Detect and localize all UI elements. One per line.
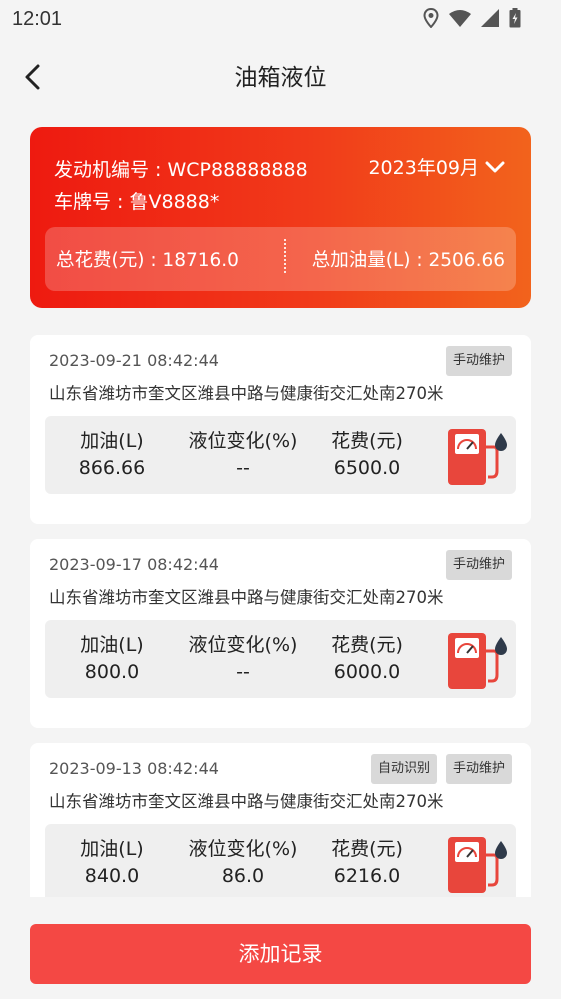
status-icons — [423, 8, 521, 28]
level-column: 液位变化(%) -- — [178, 428, 308, 482]
month-label: 2023年09月 — [368, 157, 479, 179]
fuel-pump-icon — [448, 429, 507, 485]
battery-icon — [509, 8, 521, 28]
cost-label: 花费(元) — [331, 634, 403, 656]
total-fuel: 总加油量(L) : 2506.66 — [311, 250, 505, 271]
record-list[interactable]: 2023-09-21 08:42:44 手动维护 山东省潍坊市奎文区潍县中路与健… — [30, 335, 531, 897]
chevron-down-icon — [485, 161, 505, 172]
record-tag: 手动维护 — [445, 550, 512, 580]
fuel-column: 加油(L) 800.0 — [67, 632, 157, 686]
cost-column: 花费(元) 6216.0 — [322, 836, 412, 890]
record-stats: 加油(L) 840.0 液位变化(%) 86.0 花费(元) 6216.0 — [45, 824, 516, 897]
record-address: 山东省潍坊市奎文区潍县中路与健康街交汇处南270米 — [49, 384, 444, 403]
status-bar: 12:01 — [0, 0, 561, 40]
record-tags: 自动识别 手动维护 — [370, 754, 512, 784]
fuel-column: 加油(L) 866.66 — [67, 428, 157, 482]
cost-column: 花费(元) 6500.0 — [322, 428, 412, 482]
level-label: 液位变化(%) — [188, 838, 298, 860]
plate-number: 车牌号 : 鲁V8888* — [54, 191, 220, 213]
fuel-label: 加油(L) — [80, 430, 144, 452]
month-picker[interactable]: 2023年09月 — [368, 153, 505, 180]
status-time: 12:01 — [12, 8, 63, 30]
record-tag: 手动维护 — [445, 346, 512, 376]
total-cost: 总花费(元) : 18716.0 — [56, 250, 239, 271]
level-column: 液位变化(%) 86.0 — [178, 836, 308, 890]
cost-value: 6216.0 — [333, 865, 401, 887]
engine-number: 发动机编号 : WCP88888888 — [54, 159, 308, 181]
record-card[interactable]: 2023-09-17 08:42:44 手动维护 山东省潍坊市奎文区潍县中路与健… — [30, 539, 531, 728]
fuel-pump-icon — [448, 633, 507, 689]
record-datetime: 2023-09-21 08:42:44 — [49, 351, 219, 370]
add-record-button[interactable]: 添加记录 — [30, 924, 531, 984]
cost-value: 6500.0 — [333, 457, 401, 479]
record-card[interactable]: 2023-09-13 08:42:44 自动识别 手动维护 山东省潍坊市奎文区潍… — [30, 743, 531, 897]
record-tags: 手动维护 — [445, 346, 512, 376]
cost-label: 花费(元) — [331, 838, 403, 860]
summary-stats: 总花费(元) : 18716.0 总加油量(L) : 2506.66 — [45, 227, 516, 291]
level-column: 液位变化(%) -- — [178, 632, 308, 686]
nav-bar: 油箱液位 — [0, 40, 561, 110]
wifi-icon — [449, 10, 471, 27]
location-icon — [423, 8, 439, 28]
signal-icon — [481, 9, 499, 27]
record-tag: 手动维护 — [445, 754, 512, 784]
record-datetime: 2023-09-17 08:42:44 — [49, 555, 219, 574]
stat-divider — [284, 239, 286, 273]
fuel-pump-icon — [448, 837, 507, 893]
level-value: -- — [236, 457, 250, 479]
level-label: 液位变化(%) — [188, 430, 298, 452]
record-stats: 加油(L) 800.0 液位变化(%) -- 花费(元) 6000.0 — [45, 620, 516, 698]
cost-value: 6000.0 — [333, 661, 401, 683]
level-value: 86.0 — [221, 865, 265, 887]
record-card[interactable]: 2023-09-21 08:42:44 手动维护 山东省潍坊市奎文区潍县中路与健… — [30, 335, 531, 524]
fuel-value: 866.66 — [78, 457, 146, 479]
record-tag: 自动识别 — [370, 754, 437, 784]
record-datetime: 2023-09-13 08:42:44 — [49, 759, 219, 778]
fuel-value: 840.0 — [84, 865, 140, 887]
fuel-label: 加油(L) — [80, 634, 144, 656]
fuel-column: 加油(L) 840.0 — [67, 836, 157, 890]
record-tags: 手动维护 — [445, 550, 512, 580]
level-label: 液位变化(%) — [188, 634, 298, 656]
summary-card: 发动机编号 : WCP88888888 车牌号 : 鲁V8888* 2023年0… — [30, 127, 531, 308]
fuel-label: 加油(L) — [80, 838, 144, 860]
record-address: 山东省潍坊市奎文区潍县中路与健康街交汇处南270米 — [49, 588, 444, 607]
cost-column: 花费(元) 6000.0 — [322, 632, 412, 686]
record-address: 山东省潍坊市奎文区潍县中路与健康街交汇处南270米 — [49, 792, 444, 811]
page-title: 油箱液位 — [234, 65, 327, 91]
level-value: -- — [236, 661, 250, 683]
cost-label: 花费(元) — [331, 430, 403, 452]
record-stats: 加油(L) 866.66 液位变化(%) -- 花费(元) 6500.0 — [45, 416, 516, 494]
fuel-value: 800.0 — [84, 661, 140, 683]
